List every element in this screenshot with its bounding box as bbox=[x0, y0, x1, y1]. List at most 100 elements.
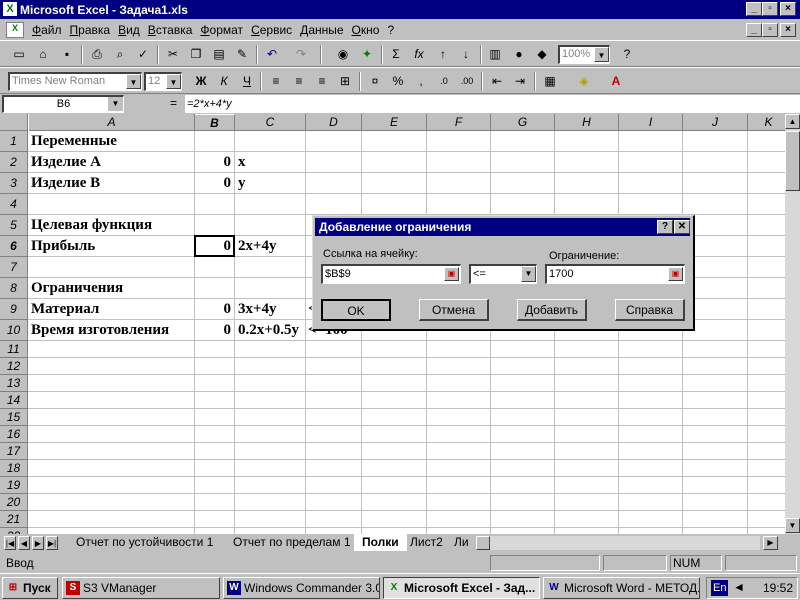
cell-a9[interactable]: Материал bbox=[29, 299, 99, 319]
next-sheet-icon[interactable]: ▶ bbox=[32, 536, 44, 550]
menu-edit[interactable]: Правка bbox=[66, 23, 115, 37]
office-assistant-icon[interactable]: ? bbox=[616, 44, 638, 65]
column-header-j[interactable]: J bbox=[683, 114, 748, 131]
row-header-15[interactable]: 15 bbox=[0, 409, 28, 426]
column-header-g[interactable]: G bbox=[491, 114, 555, 131]
save-icon[interactable]: ▪ bbox=[56, 44, 78, 65]
merge-center-icon[interactable]: ⊞ bbox=[334, 71, 356, 92]
row-header-3[interactable]: 3 bbox=[0, 173, 28, 194]
menu-view[interactable]: Вид bbox=[114, 23, 144, 37]
row-header-5[interactable]: 5 bbox=[0, 215, 28, 236]
font-name-combo[interactable]: Times New Roman ▼ bbox=[8, 72, 142, 91]
menu-insert[interactable]: Вставка bbox=[144, 23, 197, 37]
chevron-down-icon[interactable]: ▼ bbox=[521, 266, 536, 282]
cell-b2[interactable]: 0 bbox=[195, 152, 234, 172]
help-button[interactable]: Справка bbox=[615, 299, 685, 321]
spelling-icon[interactable]: ✓ bbox=[132, 44, 154, 65]
cell-a8[interactable]: Ограничения bbox=[29, 278, 123, 298]
excel-app-icon[interactable]: X bbox=[3, 2, 17, 16]
open-folder-icon[interactable]: ⌂ bbox=[32, 44, 54, 65]
row-header-9[interactable]: 9 bbox=[0, 299, 28, 320]
menu-window[interactable]: Окно bbox=[348, 23, 384, 37]
horizontal-scrollbar[interactable] bbox=[490, 536, 760, 550]
sheet-tab-sensitivity[interactable]: Отчет по устойчивости 1 bbox=[68, 534, 221, 551]
select-all-corner[interactable] bbox=[0, 114, 28, 131]
row-header-2[interactable]: 2 bbox=[0, 152, 28, 173]
decrease-indent-icon[interactable]: ⇤ bbox=[486, 71, 508, 92]
column-header-i[interactable]: I bbox=[619, 114, 683, 131]
copy-icon[interactable]: ❐ bbox=[185, 44, 207, 65]
zoom-combo[interactable]: 100% ▼ bbox=[558, 45, 610, 64]
row-header-19[interactable]: 19 bbox=[0, 477, 28, 494]
drawing-icon[interactable]: ◆ bbox=[531, 44, 553, 65]
row-header-14[interactable]: 14 bbox=[0, 392, 28, 409]
menu-help[interactable]: ? bbox=[383, 23, 398, 37]
task-excel[interactable]: X Microsoft Excel - Зад... bbox=[383, 577, 540, 599]
scroll-up-arrow[interactable]: ▲ bbox=[785, 114, 800, 129]
increase-indent-icon[interactable]: ⇥ bbox=[509, 71, 531, 92]
column-header-b[interactable]: B bbox=[195, 114, 235, 131]
cell-c6[interactable]: 2x+4y bbox=[236, 236, 277, 256]
currency-icon[interactable]: ¤ bbox=[364, 71, 386, 92]
doc-minimize-button[interactable]: _ bbox=[746, 23, 762, 37]
cell-c10[interactable]: 0.2x+0.5y bbox=[236, 320, 299, 340]
underline-button[interactable]: Ч bbox=[236, 71, 258, 92]
row-header-18[interactable]: 18 bbox=[0, 460, 28, 477]
maximize-button[interactable]: ▫ bbox=[762, 2, 778, 16]
menu-file[interactable]: Файл bbox=[28, 23, 66, 37]
collapse-dialog-icon[interactable]: ▣ bbox=[444, 267, 459, 281]
column-header-c[interactable]: C bbox=[235, 114, 306, 131]
cell-c2[interactable]: x bbox=[236, 152, 246, 172]
row-header-21[interactable]: 21 bbox=[0, 511, 28, 528]
align-center-icon[interactable]: ≡ bbox=[288, 71, 310, 92]
prev-sheet-icon[interactable]: ◀ bbox=[18, 536, 30, 550]
row-header-11[interactable]: 11 bbox=[0, 341, 28, 358]
font-color-icon[interactable]: A bbox=[605, 71, 627, 92]
row-header-20[interactable]: 20 bbox=[0, 494, 28, 511]
scroll-right-arrow[interactable]: ▶ bbox=[763, 536, 778, 550]
align-left-icon[interactable]: ≡ bbox=[265, 71, 287, 92]
task-s3vmanager[interactable]: S S3 VManager bbox=[62, 577, 220, 599]
start-button[interactable]: ⊞ Пуск bbox=[2, 577, 58, 599]
row-header-8[interactable]: 8 bbox=[0, 278, 28, 299]
sheet-tab-polki[interactable]: Полки bbox=[354, 534, 407, 551]
tab-split-handle[interactable] bbox=[476, 536, 490, 550]
new-file-icon[interactable]: ▭ bbox=[8, 44, 30, 65]
chart-wizard-icon[interactable]: ▥ bbox=[484, 44, 506, 65]
constraint-input[interactable]: 1700 ▣ bbox=[545, 264, 685, 284]
chevron-down-icon[interactable]: ▼ bbox=[594, 47, 609, 62]
column-header-d[interactable]: D bbox=[306, 114, 362, 131]
cell-a1[interactable]: Переменные bbox=[29, 131, 117, 151]
cell-b9[interactable]: 0 bbox=[195, 299, 234, 319]
redo-icon[interactable]: ↷ bbox=[290, 44, 312, 65]
print-icon[interactable]: ⎙ bbox=[86, 44, 108, 65]
task-windows-commander[interactable]: W Windows Commander 3.0... bbox=[223, 577, 380, 599]
cell-ref-input[interactable]: $B$9 ▣ bbox=[321, 264, 461, 284]
chevron-down-icon[interactable]: ▼ bbox=[108, 97, 123, 111]
row-header-12[interactable]: 12 bbox=[0, 358, 28, 375]
web-toolbar-icon[interactable]: ◉ bbox=[332, 44, 354, 65]
increase-decimal-icon[interactable]: .0 bbox=[433, 71, 455, 92]
row-header-7[interactable]: 7 bbox=[0, 257, 28, 278]
cell-c3[interactable]: y bbox=[236, 173, 246, 193]
decrease-decimal-icon[interactable]: .00 bbox=[456, 71, 478, 92]
sheet-tab-li[interactable]: Ли bbox=[446, 534, 477, 551]
row-header-4[interactable]: 4 bbox=[0, 194, 28, 215]
cancel-button[interactable]: Отмена bbox=[419, 299, 489, 321]
align-right-icon[interactable]: ≡ bbox=[311, 71, 333, 92]
cell-a5[interactable]: Целевая функция bbox=[29, 215, 152, 235]
speaker-icon[interactable]: ◄ bbox=[733, 580, 745, 594]
insert-hyperlink-icon[interactable]: ✦ bbox=[356, 44, 378, 65]
language-indicator[interactable]: En bbox=[711, 580, 729, 596]
first-sheet-icon[interactable]: |◀ bbox=[4, 536, 16, 550]
sheet-tab-limits[interactable]: Отчет по пределам 1 bbox=[225, 534, 359, 551]
formula-input[interactable]: =2*x+4*y bbox=[185, 95, 800, 113]
column-header-h[interactable]: H bbox=[555, 114, 619, 131]
add-button[interactable]: Добавить bbox=[517, 299, 587, 321]
row-header-1[interactable]: 1 bbox=[0, 131, 28, 152]
paste-icon[interactable]: ▤ bbox=[208, 44, 230, 65]
comma-style-icon[interactable]: , bbox=[410, 71, 432, 92]
row-header-6[interactable]: 6 bbox=[0, 236, 28, 257]
print-preview-icon[interactable]: ⌕ bbox=[109, 44, 131, 65]
name-box[interactable]: B6 ▼ bbox=[2, 95, 124, 113]
